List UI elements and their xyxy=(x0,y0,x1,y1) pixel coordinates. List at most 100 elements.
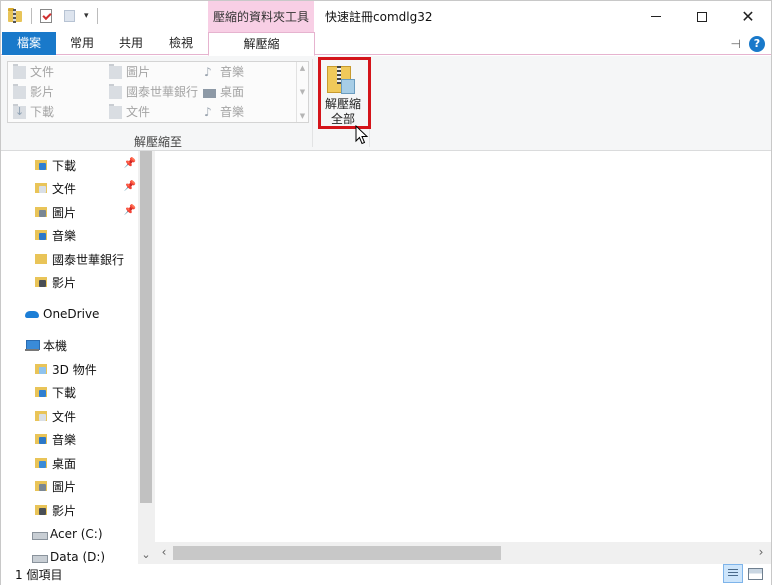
window-controls: ✕ xyxy=(633,1,771,32)
music-folder-icon xyxy=(34,228,48,242)
desktop-folder-icon xyxy=(34,456,48,470)
scroll-down-icon[interactable]: ⌄ xyxy=(138,548,154,561)
pin-ribbon-icon[interactable]: ⊣ xyxy=(731,37,741,51)
properties-icon[interactable] xyxy=(38,8,54,24)
tab-extract[interactable]: 解壓縮 xyxy=(208,32,315,56)
nav-item-music[interactable]: 音樂 xyxy=(1,224,138,246)
extract-to-gallery: 文件 圖片 音樂 影片 國泰世華銀行 桌面 下載 文件 音樂 ▲ ▼ ▼ xyxy=(7,61,309,123)
tab-view[interactable]: 檢視 xyxy=(160,32,202,55)
nav-item-pictures[interactable]: 圖片 📌 xyxy=(1,201,138,223)
nav-item-downloads-pc[interactable]: 下載 xyxy=(1,381,138,403)
toolbar-separator xyxy=(96,8,98,24)
file-explorer-window: ▾ 壓縮的資料夾工具 快速註冊comdlg32 ✕ 檔案 常用 共用 檢視 解壓… xyxy=(0,0,772,585)
extract-all-icon xyxy=(327,63,359,95)
ribbon-group-label: 解壓縮至 xyxy=(133,135,182,149)
customize-toolbar-dropdown-icon[interactable]: ▾ xyxy=(84,11,89,21)
nav-item-drive-c[interactable]: Acer (C:) xyxy=(1,523,138,545)
nav-item-label: 圖片 xyxy=(52,479,77,494)
nav-item-videos-pc[interactable]: 影片 xyxy=(1,499,138,521)
help-icon[interactable]: ? xyxy=(749,36,765,52)
music-icon xyxy=(203,62,216,82)
gallery-item[interactable]: 文件 xyxy=(13,62,54,82)
videos-icon xyxy=(13,83,26,99)
pictures-folder-icon xyxy=(34,205,48,219)
nav-item-label: 圖片 xyxy=(52,205,77,220)
nav-item-cathay-bank[interactable]: 國泰世華銀行 xyxy=(1,248,138,270)
pin-icon[interactable]: 📌 xyxy=(124,205,136,216)
close-button[interactable]: ✕ xyxy=(725,1,771,32)
documents-folder-icon xyxy=(34,409,48,423)
nav-item-label: 桌面 xyxy=(52,456,77,471)
ribbon-group-separator xyxy=(369,59,370,147)
tab-file[interactable]: 檔案 xyxy=(2,32,56,55)
gallery-item[interactable]: 文件 xyxy=(109,102,150,122)
navigation-pane: 下載 📌 文件 📌 圖片 📌 音樂 國泰世華銀行 影片 OneDrive 本機 3D … xyxy=(1,151,154,564)
downloads-icon xyxy=(13,102,26,122)
scroll-right-icon[interactable]: › xyxy=(753,545,769,559)
pin-icon[interactable]: 📌 xyxy=(124,181,136,192)
toolbar-separator xyxy=(31,8,32,24)
gallery-item[interactable]: 國泰世華銀行 xyxy=(109,82,198,102)
nav-item-label: 本機 xyxy=(43,338,68,353)
downloads-folder-icon xyxy=(34,385,48,399)
nav-item-label: 音樂 xyxy=(52,432,77,447)
minimize-button[interactable] xyxy=(633,1,679,32)
nav-item-videos[interactable]: 影片 xyxy=(1,271,138,293)
gallery-item[interactable]: 影片 xyxy=(13,82,54,102)
pin-icon[interactable]: 📌 xyxy=(124,158,136,169)
details-view-icon[interactable] xyxy=(723,564,743,583)
scroll-left-icon[interactable]: ‹ xyxy=(156,545,172,559)
navigation-scroll-thumb[interactable] xyxy=(140,151,152,503)
gallery-item[interactable]: 音樂 xyxy=(203,102,244,122)
drive-d-icon xyxy=(32,550,48,564)
pictures-folder-icon xyxy=(34,479,48,493)
horizontal-scroll-thumb[interactable] xyxy=(173,546,501,560)
drive-c-icon xyxy=(32,527,48,541)
nav-item-label: 文件 xyxy=(52,409,77,424)
nav-item-music-pc[interactable]: 音樂 xyxy=(1,428,138,450)
nav-item-onedrive[interactable]: OneDrive xyxy=(1,303,138,325)
nav-item-this-pc[interactable]: 本機 xyxy=(1,334,138,356)
nav-item-downloads[interactable]: 下載 📌 xyxy=(1,154,138,176)
gallery-up-icon[interactable]: ▲ xyxy=(300,64,305,72)
gallery-item-label: 文件 xyxy=(30,65,55,79)
gallery-item[interactable]: 音樂 xyxy=(203,62,244,82)
minimize-icon xyxy=(651,16,661,17)
music-icon xyxy=(203,102,216,122)
navigation-scrollbar[interactable]: ⌄ xyxy=(138,151,154,564)
nav-item-label: 音樂 xyxy=(52,228,77,243)
context-tab-group-title: 壓縮的資料夾工具 xyxy=(208,1,314,32)
folder-icon xyxy=(34,252,48,266)
gallery-scrollbar[interactable]: ▲ ▼ ▼ xyxy=(296,62,308,122)
gallery-down-icon[interactable]: ▼ xyxy=(300,88,305,96)
documents-icon xyxy=(13,63,26,79)
nav-item-label: OneDrive xyxy=(43,307,100,321)
file-list-area[interactable] xyxy=(154,151,771,542)
folder-icon xyxy=(109,83,122,99)
large-icons-view-icon[interactable] xyxy=(745,564,765,583)
tab-home[interactable]: 常用 xyxy=(61,32,103,55)
gallery-item[interactable]: 圖片 xyxy=(109,62,150,82)
gallery-item[interactable]: 下載 xyxy=(13,102,54,122)
tab-share[interactable]: 共用 xyxy=(110,32,152,55)
nav-item-drive-d[interactable]: Data (D:) xyxy=(1,546,138,564)
nav-item-label: 影片 xyxy=(52,275,77,290)
extract-all-button[interactable]: 解壓縮 全部 xyxy=(316,59,370,129)
nav-item-label: 3D 物件 xyxy=(52,362,97,377)
documents-folder-icon xyxy=(34,181,48,195)
nav-item-3d-objects[interactable]: 3D 物件 xyxy=(1,358,138,380)
3d-objects-folder-icon xyxy=(34,362,48,376)
maximize-button[interactable] xyxy=(679,1,725,32)
gallery-item[interactable]: 桌面 xyxy=(203,82,244,102)
ribbon-group-separator xyxy=(312,59,313,147)
nav-item-documents-pc[interactable]: 文件 xyxy=(1,405,138,427)
gallery-item-label: 音樂 xyxy=(220,65,245,79)
nav-item-documents[interactable]: 文件 📌 xyxy=(1,177,138,199)
nav-item-pictures-pc[interactable]: 圖片 xyxy=(1,475,138,497)
gallery-more-icon[interactable]: ▼ xyxy=(300,112,305,120)
videos-folder-icon xyxy=(34,275,48,289)
gallery-item-label: 桌面 xyxy=(220,85,245,99)
nav-item-desktop[interactable]: 桌面 xyxy=(1,452,138,474)
horizontal-scrollbar[interactable]: ‹ › xyxy=(154,542,771,564)
new-folder-icon[interactable] xyxy=(62,8,78,24)
